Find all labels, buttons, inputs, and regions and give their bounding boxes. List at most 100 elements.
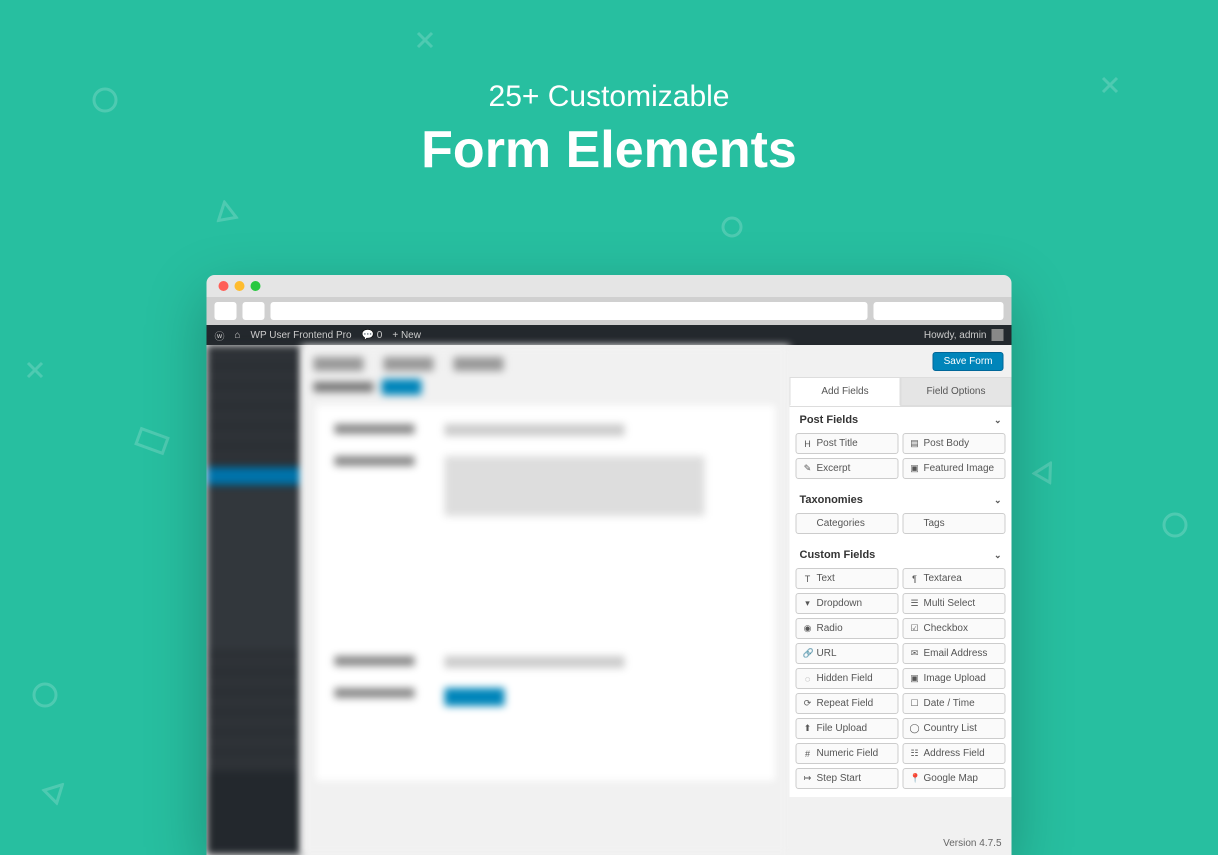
version-label: Version 4.7.5 [943,838,1001,849]
field-label: Dropdown [817,598,863,609]
numeric-field-icon: # [803,749,813,759]
chevron-down-icon: ⌄ [994,550,1002,561]
tab-add-fields[interactable]: Add Fields [790,377,901,406]
comments-icon[interactable]: 💬 0 [362,330,383,341]
nav-back[interactable] [215,302,237,320]
close-dot[interactable] [219,281,229,291]
avatar [992,329,1004,341]
field-label: Text [817,573,835,584]
field-radio[interactable]: ◉ Radio [796,618,899,639]
url-icon: 🔗 [803,648,813,659]
field-label: Post Body [924,438,970,449]
google-map-icon: 📍 [910,773,920,784]
shape-tri [1031,456,1061,486]
zoom-dot[interactable] [251,281,261,291]
email-address-icon: ✉ [910,648,920,659]
url-bar[interactable] [271,302,868,320]
field-label: Textarea [924,573,962,584]
textarea-icon: ¶ [910,574,920,584]
section-title: Custom Fields [800,549,876,561]
hidden-field-icon: ◌ [803,674,813,684]
minimize-dot[interactable] [235,281,245,291]
section-title: Post Fields [800,414,859,426]
field-post-body[interactable]: ▤Post Body [903,433,1006,454]
field-label: Email Address [924,648,988,659]
chevron-down-icon: ⌄ [994,495,1002,506]
country-list-icon: ◯ [910,723,920,734]
shape-circle [30,680,60,710]
file-upload-icon: ⬆ [803,723,813,734]
field-textarea[interactable]: ¶ Textarea [903,568,1006,589]
home-icon[interactable]: ⌂ [235,330,241,341]
address-field-icon: ☷ [910,748,920,759]
shape-circle [1160,510,1190,540]
browser-tabbar [207,297,1012,325]
field-url[interactable]: 🔗 URL [796,643,899,664]
hero-title: Form Elements [0,120,1218,180]
field-label: Hidden Field [817,673,873,684]
new-content[interactable]: + New [392,330,421,341]
field-repeat-field[interactable]: ⟳ Repeat Field [796,693,899,714]
field-label: Date / Time [924,698,975,709]
field-post-title[interactable]: HPost Title [796,433,899,454]
section-custom-fields[interactable]: Custom Fields ⌄ [790,542,1012,568]
repeat-field-icon: ⟳ [803,698,813,709]
wp-logo-icon[interactable]: ⓦ [215,328,225,343]
field-label: Address Field [924,748,985,759]
shape-rect [132,425,171,457]
field-country-list[interactable]: ◯Country List [903,718,1006,739]
field-featured-image[interactable]: ▣Featured Image [903,458,1006,479]
field-label: Excerpt [817,463,851,474]
section-post-fields[interactable]: Post Fields ⌄ [790,407,1012,433]
field-label: Multi Select [924,598,976,609]
field-date-time[interactable]: ☐ Date / Time [903,693,1006,714]
field-label: Google Map [924,773,978,784]
field-categories[interactable]: Categories [796,513,899,534]
nav-forward[interactable] [243,302,265,320]
field-numeric-field[interactable]: # Numeric Field [796,743,899,764]
multi-select-icon: ☰ [910,598,920,609]
field-text[interactable]: T Text [796,568,899,589]
field-label: Tags [924,518,945,529]
field-label: Repeat Field [817,698,874,709]
shape-x [25,360,45,380]
radio-icon: ◉ [803,623,813,634]
field-dropdown[interactable]: ▾Dropdown [796,593,899,614]
shape-tri [40,775,71,806]
step-start-icon: ↦ [803,773,813,784]
field-hidden-field[interactable]: ◌ Hidden Field [796,668,899,689]
field-label: Categories [817,518,865,529]
field-address-field[interactable]: ☷ Address Field [903,743,1006,764]
field-google-map[interactable]: 📍 Google Map [903,768,1006,789]
field-label: Numeric Field [817,748,879,759]
field-label: Step Start [817,773,861,784]
custom-fields-grid: T Text ¶ Textarea ▾Dropdown ☰ Multi Select ◉ Rad… [790,568,1012,797]
field-label: Image Upload [924,673,986,684]
field-label: Featured Image [924,463,995,474]
browser-extras [874,302,1004,320]
fields-panel: Save Form Add Fields Field Options Post … [790,345,1012,855]
shape-tri [213,198,238,223]
field-tags[interactable]: Tags [903,513,1006,534]
howdy-user[interactable]: Howdy, admin [924,329,1004,341]
field-multi-select[interactable]: ☰ Multi Select [903,593,1006,614]
excerpt-icon: ✎ [803,463,813,474]
image-upload-icon: ▣ [910,673,920,684]
field-email-address[interactable]: ✉ Email Address [903,643,1006,664]
site-name[interactable]: WP User Frontend Pro [251,330,352,341]
field-label: File Upload [817,723,868,734]
text-icon: T [803,574,813,584]
post-title-icon: H [803,439,813,449]
date-time-icon: ☐ [910,698,920,709]
wp-admin-sidebar [207,345,302,855]
field-label: Radio [817,623,843,634]
tab-field-options[interactable]: Field Options [901,377,1012,406]
field-step-start[interactable]: ↦ Step Start [796,768,899,789]
field-file-upload[interactable]: ⬆ File Upload [796,718,899,739]
field-label: URL [817,648,837,659]
save-form-button[interactable]: Save Form [933,352,1004,371]
section-taxonomies[interactable]: Taxonomies ⌄ [790,487,1012,513]
field-checkbox[interactable]: ☑Checkbox [903,618,1006,639]
field-image-upload[interactable]: ▣ Image Upload [903,668,1006,689]
field-excerpt[interactable]: ✎ Excerpt [796,458,899,479]
